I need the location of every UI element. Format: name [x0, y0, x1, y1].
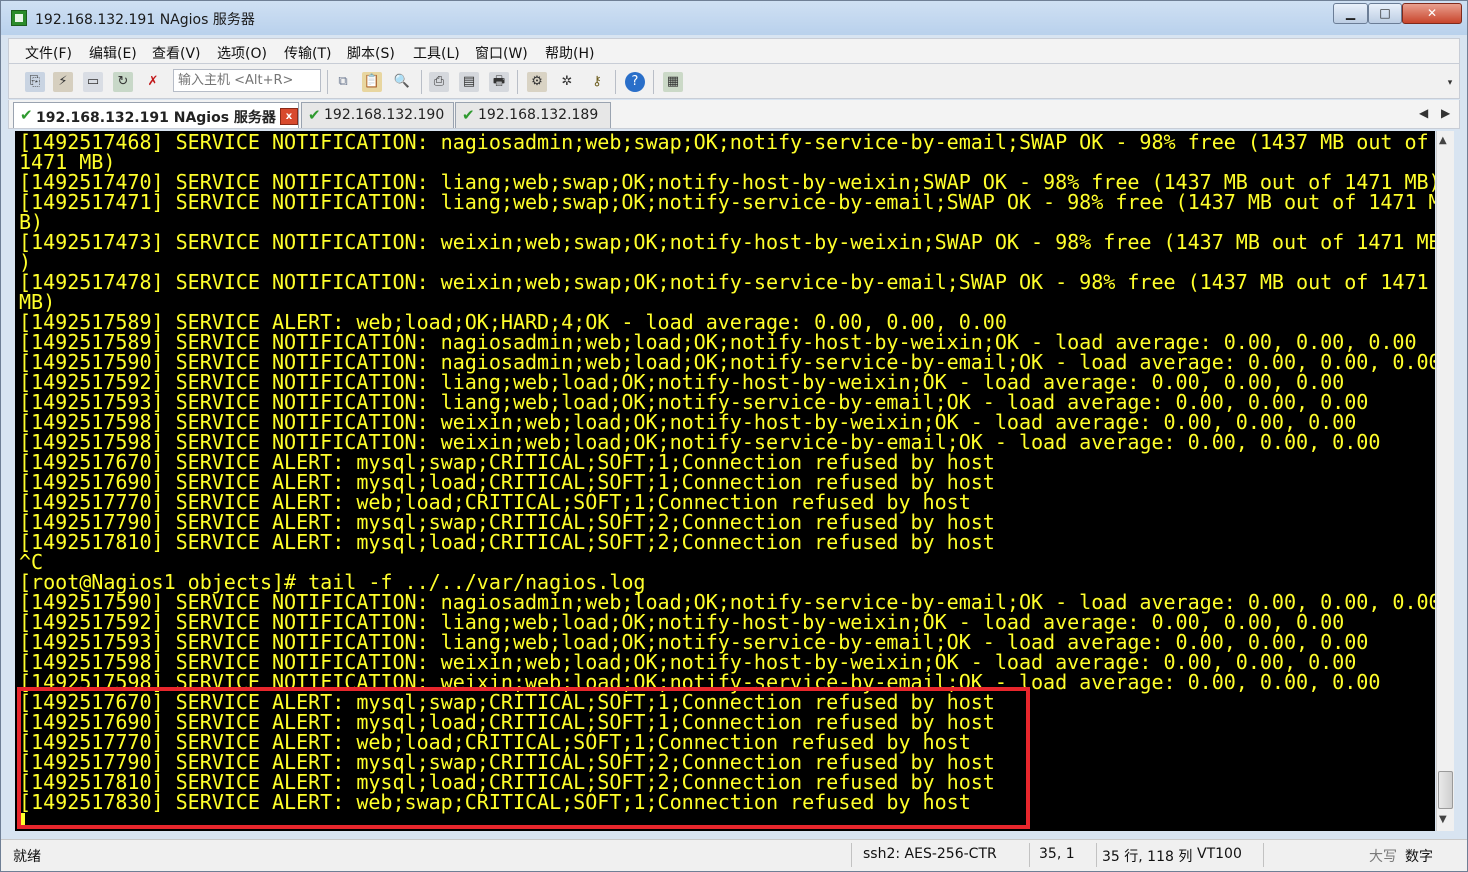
terminal-line: [1492517810] SERVICE ALERT: mysql;load;C…	[19, 530, 995, 554]
tab-session-189[interactable]: ✔ 192.168.132.189	[455, 102, 611, 128]
title-bar[interactable]: 192.168.132.191 NAgios 服务器 ▁ □ ✕	[1, 1, 1467, 35]
status-cursor-position: 35, 1	[1039, 846, 1075, 862]
terminal-line: B)	[19, 210, 44, 234]
terminal-line: [1492517593] SERVICE NOTIFICATION: liang…	[19, 390, 1369, 414]
terminal-line: [1492517670] SERVICE ALERT: mysql;swap;C…	[19, 450, 995, 474]
app-icon	[11, 10, 27, 26]
terminal-scrollbar[interactable]: ▲ ▼	[1436, 131, 1454, 831]
terminal-line: [1492517590] SERVICE NOTIFICATION: nagio…	[19, 350, 1435, 374]
menu-file[interactable]: 文件(F)	[25, 43, 72, 63]
status-terminal-type: VT100	[1197, 846, 1242, 862]
session-options-icon[interactable]: ⚙	[527, 72, 547, 92]
terminal-line: [1492517592] SERVICE NOTIFICATION: liang…	[19, 610, 1345, 634]
status-num-lock: 数字	[1405, 849, 1433, 865]
terminal-line: [1492517770] SERVICE ALERT: web;load;CRI…	[19, 490, 971, 514]
toolbar-overflow-icon[interactable]: ▾	[1445, 78, 1455, 88]
terminal-line: MB)	[19, 290, 56, 314]
tab-label: 192.168.132.190	[324, 107, 445, 123]
terminal-output[interactable]: [1492517468] SERVICE NOTIFICATION: nagio…	[15, 131, 1435, 831]
menu-tools[interactable]: 工具(L)	[413, 43, 460, 63]
keymap-icon[interactable]: ⚷	[587, 72, 607, 92]
scroll-down-icon[interactable]: ▼	[1439, 814, 1447, 825]
tab-label: 192.168.132.191 NAgios 服务器	[36, 110, 276, 126]
terminal-line: [1492517470] SERVICE NOTIFICATION: liang…	[19, 170, 1435, 194]
terminal-line: [1492517478] SERVICE NOTIFICATION: weixi…	[19, 270, 1429, 294]
find-icon[interactable]: 🔍	[392, 72, 412, 92]
toolbar: ⎘ ⚡ ▭ ↻ ✗ ⧉ 📋 🔍 ⎙ ▤ 🖶 ⚙ ✲ ⚷ ? ▦ ▾	[8, 64, 1460, 99]
terminal-line: [root@Nagios1 objects]# tail -f ../../va…	[19, 570, 646, 594]
connect-icon[interactable]: ⎘	[25, 72, 45, 92]
terminal-line: )	[19, 250, 32, 274]
status-separator	[1096, 843, 1097, 867]
terminal-line: [1492517593] SERVICE NOTIFICATION: liang…	[19, 630, 1369, 654]
connected-check-icon: ✔	[308, 106, 321, 124]
print-setup-icon[interactable]: ⎙	[429, 72, 449, 92]
terminal-line: [1492517473] SERVICE NOTIFICATION: weixi…	[19, 230, 1435, 254]
copy-icon[interactable]: ⧉	[333, 72, 353, 92]
menu-view[interactable]: 查看(V)	[152, 43, 201, 63]
terminal-line: ^C	[19, 550, 44, 574]
terminal-line: [1492517690] SERVICE ALERT: mysql;load;C…	[19, 470, 995, 494]
toolbar-separator	[615, 70, 616, 94]
connect-in-tab-icon[interactable]: ▭	[83, 72, 103, 92]
menu-window[interactable]: 窗口(W)	[475, 43, 528, 63]
toolbar-separator	[653, 70, 654, 94]
status-terminal-size: 35 行, 118 列	[1102, 849, 1193, 865]
status-caps-lock: 大写	[1369, 849, 1397, 865]
menu-help[interactable]: 帮助(H)	[545, 43, 594, 63]
terminal-line: [1492517589] SERVICE NOTIFICATION: nagio…	[19, 330, 1417, 354]
status-ready: 就绪	[13, 849, 41, 865]
tab-scroll-left-icon[interactable]: ◀	[1419, 106, 1428, 120]
tab-session-190[interactable]: ✔ 192.168.132.190	[301, 102, 454, 128]
terminal-line: [1492517468] SERVICE NOTIFICATION: nagio…	[19, 131, 1429, 154]
terminal-line: [1492517598] SERVICE NOTIFICATION: weixi…	[19, 650, 1357, 674]
tab-label: 192.168.132.189	[478, 107, 599, 123]
maximize-button[interactable]: □	[1368, 3, 1402, 24]
menu-script[interactable]: 脚本(S)	[347, 43, 395, 63]
status-bar: 就绪 ssh2: AES-256-CTR 35, 1 35 行, 118 列 V…	[1, 839, 1467, 871]
terminal-line: [1492517592] SERVICE NOTIFICATION: liang…	[19, 370, 1345, 394]
menu-options[interactable]: 选项(O)	[217, 43, 267, 63]
terminal-line: [1492517598] SERVICE NOTIFICATION: weixi…	[19, 410, 1357, 434]
quick-connect-icon[interactable]: ⚡	[53, 72, 73, 92]
menu-transfer[interactable]: 传输(T)	[284, 43, 331, 63]
connected-check-icon: ✔	[20, 106, 33, 124]
menu-edit[interactable]: 编辑(E)	[89, 43, 137, 63]
tab-close-button[interactable]: x	[280, 108, 298, 125]
connected-check-icon: ✔	[462, 106, 475, 124]
minimize-button[interactable]: ▁	[1333, 3, 1368, 24]
terminal-line: [1492517471] SERVICE NOTIFICATION: liang…	[19, 190, 1435, 214]
status-separator	[851, 843, 852, 867]
window-title: 192.168.132.191 NAgios 服务器	[35, 12, 255, 28]
status-separator	[1263, 843, 1264, 867]
close-window-button[interactable]: ✕	[1402, 3, 1462, 24]
paste-icon[interactable]: 📋	[362, 72, 382, 92]
help-icon[interactable]: ?	[625, 72, 645, 92]
scroll-thumb[interactable]	[1438, 771, 1453, 809]
session-tab-bar: ✔ 192.168.132.191 NAgios 服务器 x ✔ 192.168…	[8, 100, 1460, 129]
global-options-icon[interactable]: ✲	[557, 72, 577, 92]
host-input[interactable]	[173, 69, 321, 92]
disconnect-icon[interactable]: ✗	[143, 72, 163, 92]
terminal-line: [1492517790] SERVICE ALERT: mysql;swap;C…	[19, 510, 995, 534]
terminal-line: 1471 MB)	[19, 150, 116, 174]
terminal-line: [1492517589] SERVICE ALERT: web;load;OK;…	[19, 310, 1007, 334]
print-icon[interactable]: ▤	[459, 72, 479, 92]
status-encryption: ssh2: AES-256-CTR	[863, 846, 997, 862]
toolbar-separator	[517, 70, 518, 94]
annotation-highlight-box	[17, 687, 1030, 829]
terminal-line: [1492517590] SERVICE NOTIFICATION: nagio…	[19, 590, 1435, 614]
scroll-up-icon[interactable]: ▲	[1439, 135, 1447, 146]
sftp-icon[interactable]: ▦	[663, 72, 683, 92]
tab-session-191[interactable]: ✔ 192.168.132.191 NAgios 服务器 x	[13, 102, 299, 128]
print-selection-icon[interactable]: 🖶	[489, 72, 509, 92]
toolbar-separator	[421, 70, 422, 94]
status-separator	[1029, 843, 1030, 867]
securecrt-window: 192.168.132.191 NAgios 服务器 ▁ □ ✕ 文件(F) 编…	[0, 0, 1468, 872]
reconnect-icon[interactable]: ↻	[113, 72, 133, 92]
tab-scroll-right-icon[interactable]: ▶	[1441, 106, 1450, 120]
toolbar-separator	[327, 70, 328, 94]
menu-bar: 文件(F) 编辑(E) 查看(V) 选项(O) 传输(T) 脚本(S) 工具(L…	[8, 38, 1460, 64]
terminal-line: [1492517598] SERVICE NOTIFICATION: weixi…	[19, 430, 1381, 454]
